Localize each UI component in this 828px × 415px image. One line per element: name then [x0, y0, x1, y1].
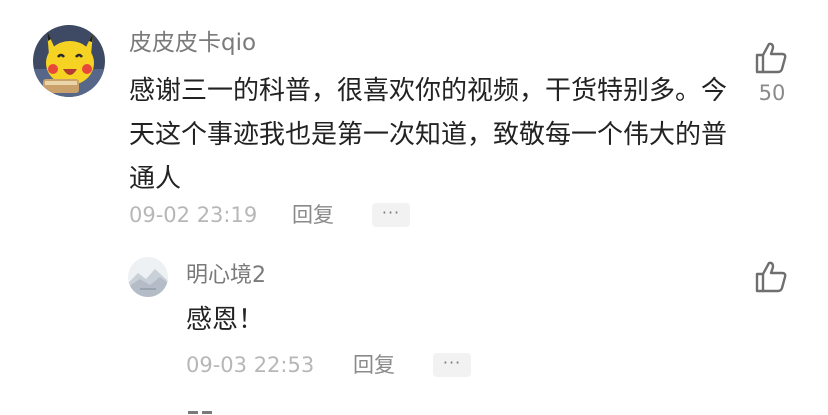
thumbs-up-icon — [755, 42, 787, 74]
comment-text: 感谢三一的科普，很喜欢你的视频，干货特别多。今天这个事迹我也是第一次知道，致敬每… — [129, 76, 728, 194]
reply-button[interactable]: 回复 — [292, 201, 334, 229]
like-count: 50 — [758, 81, 786, 105]
reply-button[interactable]: 回复 — [353, 351, 395, 379]
landscape-avatar-icon — [128, 257, 168, 297]
more-options-button[interactable]: ··· — [372, 203, 410, 227]
avatar[interactable] — [128, 257, 168, 297]
pikachu-avatar-icon — [33, 25, 105, 97]
more-options-button[interactable]: ··· — [433, 353, 471, 377]
like-button[interactable] — [753, 259, 789, 295]
reply-text: 感恩！ — [186, 305, 265, 335]
thumbs-up-icon — [755, 261, 787, 293]
reply-timestamp: 09-03 22:53 — [186, 353, 315, 377]
next-comment-fragment — [186, 403, 226, 415]
comment-timestamp: 09-02 23:19 — [129, 203, 258, 227]
comment-username[interactable]: 皮皮皮卡qio — [129, 28, 256, 58]
avatar[interactable] — [33, 25, 105, 97]
like-button[interactable] — [753, 40, 789, 76]
reply-username[interactable]: 明心境2 — [186, 261, 266, 291]
